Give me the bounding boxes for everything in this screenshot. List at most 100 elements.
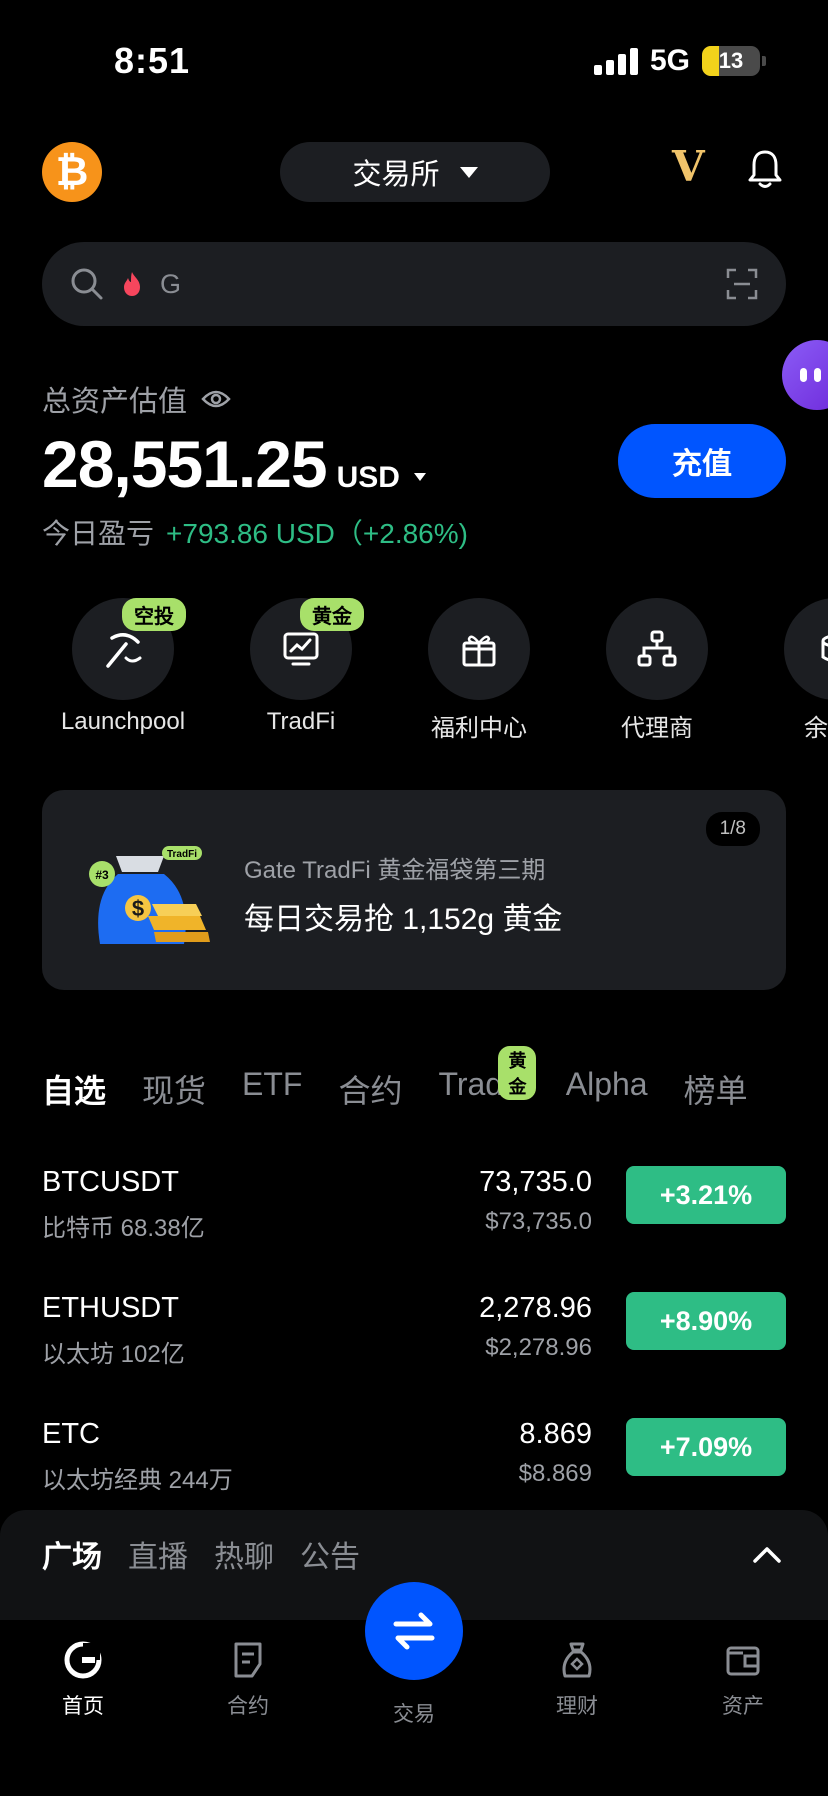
banner-subtitle: Gate TradFi 黄金福袋第三期 [244, 857, 546, 884]
fire-icon [124, 272, 140, 296]
tab-favorites[interactable]: 自选 [42, 1066, 106, 1112]
market-row-etc[interactable]: ETC 以太坊经典 244万 8.869 $8.869 +7.09% [42, 1418, 786, 1502]
row-change-badge[interactable]: +7.09% [626, 1418, 786, 1476]
airdrop-tag: 空投 [122, 598, 186, 631]
bag-rank: #3 [95, 868, 109, 882]
trade-button[interactable] [365, 1582, 463, 1680]
pnl-label: 今日盈亏 [42, 518, 155, 549]
bag-tag: TradFi [167, 849, 197, 860]
scan-icon[interactable] [726, 268, 758, 300]
status-indicators: 5G 13 [593, 44, 766, 78]
search-input[interactable]: G [160, 269, 181, 300]
row-symbol: ETC [42, 1418, 100, 1450]
total-assets-text: 总资产估值 [42, 386, 188, 418]
exchange-switcher[interactable]: 交易所 [280, 142, 550, 202]
wallet-icon [726, 1646, 760, 1676]
tab-futures[interactable]: 合约 [338, 1066, 402, 1112]
tab-live[interactable]: 直播 [128, 1532, 188, 1576]
promo-banner[interactable]: $ #3 TradFi 1/8 Gate TradFi 黄金福袋第三期 每日交易… [42, 790, 786, 990]
banner-title: 每日交易抢 1,152g 黄金 [244, 903, 563, 936]
gold-tag: 黄金 [300, 598, 364, 631]
total-assets-value: 28,551.25 USD [42, 426, 426, 502]
row-price: 2,278.96 [479, 1292, 592, 1324]
tab-etf[interactable]: ETF [242, 1066, 302, 1112]
tab-tradfi[interactable]: TradFi 黄金 [438, 1046, 537, 1112]
tab-hot-chat[interactable]: 热聊 [214, 1532, 274, 1576]
chevron-up-icon[interactable] [752, 1544, 782, 1564]
quick-action-welfare[interactable]: 福利中心 [428, 598, 530, 742]
quick-action-label: 代理商 [621, 715, 693, 742]
row-usd-price: $8.869 [518, 1460, 592, 1487]
chart-monitor-icon [283, 632, 319, 666]
nav-label: 合约 [227, 1695, 269, 1718]
tab-alpha[interactable]: Alpha [566, 1066, 648, 1112]
quick-action-agent[interactable]: 代理商 [606, 598, 708, 742]
wealth-icon [562, 1642, 592, 1678]
vip-icon[interactable]: V [672, 142, 705, 191]
nav-home[interactable]: 首页 [28, 1640, 138, 1720]
quick-action-label: 福利中心 [431, 715, 527, 742]
row-subtitle: 比特币 68.38亿 [42, 1215, 205, 1242]
tradfi-gold-tag: 黄金 [498, 1046, 537, 1100]
row-subtitle: 以太坊经典 244万 [42, 1467, 233, 1494]
eye-icon[interactable] [201, 388, 231, 410]
bag-symbol: $ [132, 896, 144, 921]
pickaxe-icon [106, 633, 142, 668]
row-price: 73,735.0 [479, 1166, 592, 1198]
caret-down-icon [459, 166, 478, 178]
search-icon [71, 268, 103, 300]
quick-action-more[interactable]: 余 [784, 598, 828, 742]
contract-icon [234, 1642, 262, 1678]
market-row-eth[interactable]: ETHUSDT 以太坊 102亿 2,278.96 $2,278.96 +8.9… [42, 1292, 786, 1376]
row-change-badge[interactable]: +8.90% [626, 1292, 786, 1350]
tab-spot[interactable]: 现货 [142, 1066, 206, 1112]
total-assets-label: 总资产估值 [42, 378, 231, 420]
battery-level: 13 [718, 48, 744, 73]
exchange-label: 交易所 [352, 159, 440, 191]
nav-label: 资产 [722, 1695, 764, 1718]
nav-contract[interactable]: 合约 [193, 1640, 303, 1720]
status-time: 8:51 [114, 40, 191, 81]
row-usd-price: $2,278.96 [485, 1334, 592, 1361]
currency-caret-icon[interactable] [413, 473, 426, 481]
quick-action-launchpool[interactable]: 空投 Launchpool [61, 598, 186, 735]
row-usd-price: $73,735.0 [485, 1208, 592, 1235]
tab-announcements[interactable]: 公告 [300, 1532, 360, 1576]
swap-icon [393, 1612, 435, 1650]
search-bar[interactable]: G [42, 242, 786, 326]
deposit-button[interactable]: 充值 [618, 424, 786, 498]
coins-icon [821, 635, 828, 662]
assets-amount: 28,551.25 [42, 427, 328, 501]
market-row-btc[interactable]: BTCUSDT 比特币 68.38亿 73,735.0 $73,735.0 +3… [42, 1166, 786, 1250]
row-symbol: ETHUSDT [42, 1292, 179, 1324]
square-tabs: 广场 直播 热聊 公告 [42, 1532, 360, 1576]
market-tabs: 自选 现货 ETF 合约 TradFi 黄金 Alpha 榜单 [42, 1046, 748, 1112]
bitcoin-logo-icon[interactable]: ₿ [42, 142, 102, 202]
gift-icon [462, 635, 496, 667]
assistant-bubble[interactable] [782, 340, 828, 410]
gold-lucky-bag-icon: $ #3 TradFi [89, 846, 210, 944]
today-pnl: 今日盈亏 +793.86 USD（+2.86%) [42, 512, 468, 552]
assets-currency[interactable]: USD [337, 461, 400, 495]
nav-label-trade: 交易 [393, 1703, 435, 1726]
row-subtitle: 以太坊 102亿 [42, 1341, 185, 1368]
quick-action-label: Launchpool [60, 708, 186, 735]
banner-page-counter: 1/8 [705, 812, 760, 846]
network-label: 5G [649, 44, 690, 77]
battery-icon: 13 [702, 46, 766, 76]
quick-action-tradfi[interactable]: 黄金 TradFi [250, 598, 364, 735]
tab-square[interactable]: 广场 [42, 1532, 102, 1576]
tab-rankings[interactable]: 榜单 [684, 1066, 748, 1112]
home-icon [64, 1641, 102, 1679]
quick-action-label: TradFi [266, 708, 336, 735]
org-chart-icon [637, 630, 677, 667]
bell-icon[interactable] [748, 148, 782, 190]
nav-label: 首页 [62, 1695, 104, 1718]
nav-wealth[interactable]: 理财 [522, 1640, 632, 1720]
nav-assets[interactable]: 资产 [688, 1640, 798, 1720]
nav-label: 理财 [556, 1695, 598, 1718]
row-price: 8.869 [519, 1418, 592, 1450]
row-symbol: BTCUSDT [42, 1166, 179, 1198]
signal-icon [593, 47, 638, 75]
row-change-badge[interactable]: +3.21% [626, 1166, 786, 1224]
